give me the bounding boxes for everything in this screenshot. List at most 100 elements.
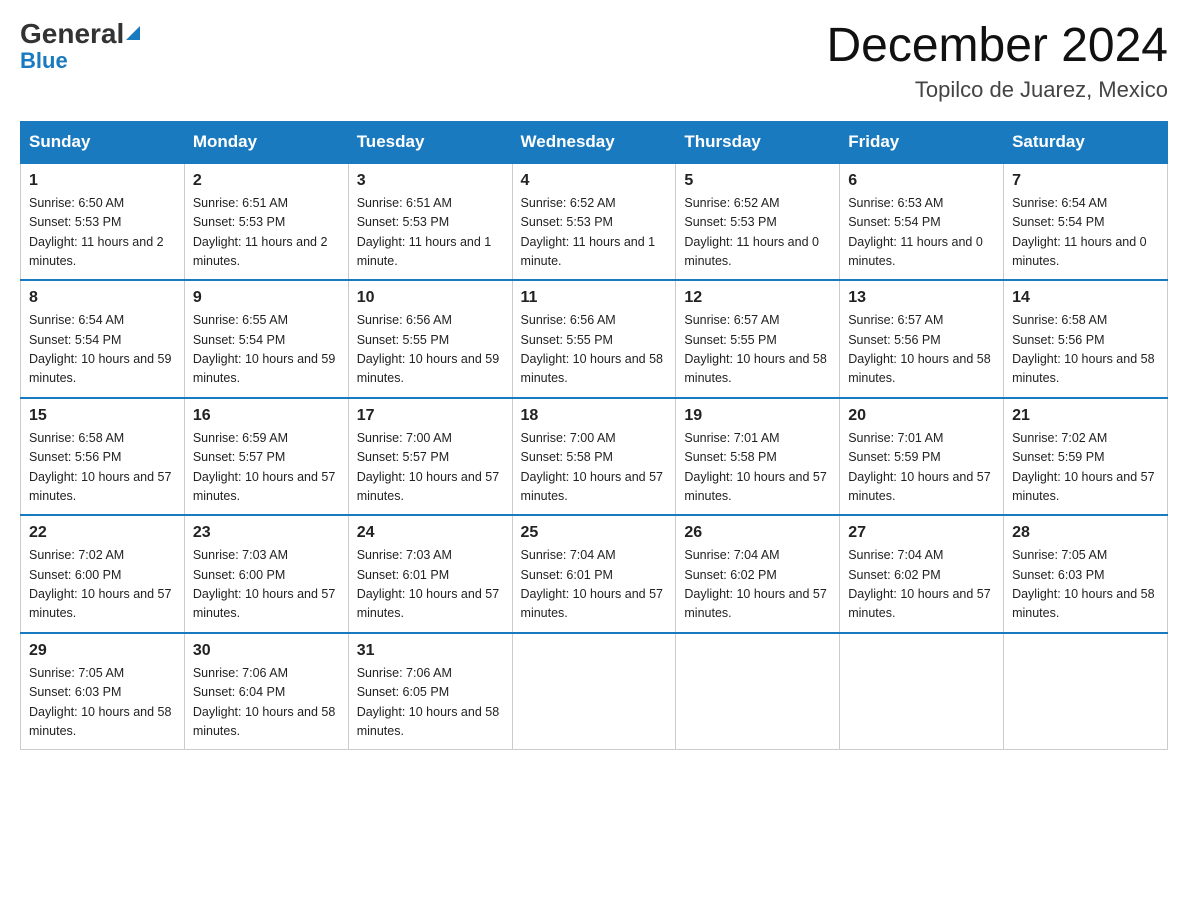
table-row: 20 Sunrise: 7:01 AMSunset: 5:59 PMDayligh…: [840, 398, 1004, 516]
col-saturday: Saturday: [1004, 121, 1168, 163]
col-thursday: Thursday: [676, 121, 840, 163]
logo-general: General: [20, 20, 140, 48]
table-row: 13 Sunrise: 6:57 AMSunset: 5:56 PMDayligh…: [840, 280, 1004, 398]
day-number: 14: [1012, 289, 1159, 307]
day-number: 22: [29, 524, 176, 542]
day-info: Sunrise: 7:04 AMSunset: 6:01 PMDaylight:…: [521, 546, 668, 624]
day-info: Sunrise: 6:58 AMSunset: 5:56 PMDaylight:…: [1012, 311, 1159, 389]
logo-blue: Blue: [20, 50, 68, 72]
day-number: 17: [357, 407, 504, 425]
day-number: 4: [521, 172, 668, 190]
table-row: 9 Sunrise: 6:55 AMSunset: 5:54 PMDaylight…: [184, 280, 348, 398]
day-number: 10: [357, 289, 504, 307]
table-row: 25 Sunrise: 7:04 AMSunset: 6:01 PMDayligh…: [512, 515, 676, 633]
table-row: 21 Sunrise: 7:02 AMSunset: 5:59 PMDayligh…: [1004, 398, 1168, 516]
logo: General Blue: [20, 20, 140, 72]
day-number: 30: [193, 642, 340, 660]
table-row: 23Sunrise: 7:03 AMSunset: 6:00 PMDayligh…: [184, 515, 348, 633]
day-info: Sunrise: 6:57 AMSunset: 5:55 PMDaylight:…: [684, 311, 831, 389]
table-row: 27 Sunrise: 7:04 AMSunset: 6:02 PMDayligh…: [840, 515, 1004, 633]
calendar-week-row: 29Sunrise: 7:05 AMSunset: 6:03 PMDayligh…: [21, 633, 1168, 750]
table-row: 10 Sunrise: 6:56 AMSunset: 5:55 PMDayligh…: [348, 280, 512, 398]
day-info: Sunrise: 6:54 AMSunset: 5:54 PMDaylight:…: [29, 311, 176, 389]
table-row: 14 Sunrise: 6:58 AMSunset: 5:56 PMDayligh…: [1004, 280, 1168, 398]
table-row: 24Sunrise: 7:03 AMSunset: 6:01 PMDayligh…: [348, 515, 512, 633]
table-row: 28Sunrise: 7:05 AMSunset: 6:03 PMDayligh…: [1004, 515, 1168, 633]
day-number: 15: [29, 407, 176, 425]
day-number: 20: [848, 407, 995, 425]
day-number: 27: [848, 524, 995, 542]
table-row: 12 Sunrise: 6:57 AMSunset: 5:55 PMDayligh…: [676, 280, 840, 398]
day-info: Sunrise: 6:53 AMSunset: 5:54 PMDaylight:…: [848, 194, 995, 272]
day-number: 2: [193, 172, 340, 190]
col-monday: Monday: [184, 121, 348, 163]
day-number: 26: [684, 524, 831, 542]
table-row: 29Sunrise: 7:05 AMSunset: 6:03 PMDayligh…: [21, 633, 185, 750]
day-info: Sunrise: 7:00 AMSunset: 5:57 PMDaylight:…: [357, 429, 504, 507]
day-number: 18: [521, 407, 668, 425]
day-number: 23: [193, 524, 340, 542]
title-section: December 2024 Topilco de Juarez, Mexico: [826, 20, 1168, 103]
day-info: Sunrise: 6:52 AMSunset: 5:53 PMDaylight:…: [684, 194, 831, 272]
table-row: 31Sunrise: 7:06 AMSunset: 6:05 PMDayligh…: [348, 633, 512, 750]
page-header: General Blue December 2024 Topilco de Ju…: [20, 20, 1168, 103]
day-info: Sunrise: 6:55 AMSunset: 5:54 PMDaylight:…: [193, 311, 340, 389]
table-row: 5 Sunrise: 6:52 AMSunset: 5:53 PMDaylight…: [676, 163, 840, 281]
logo-arrow-icon: [126, 26, 140, 40]
day-info: Sunrise: 7:01 AMSunset: 5:58 PMDaylight:…: [684, 429, 831, 507]
day-info: Sunrise: 7:04 AMSunset: 6:02 PMDaylight:…: [848, 546, 995, 624]
day-number: 21: [1012, 407, 1159, 425]
day-info: Sunrise: 7:02 AMSunset: 5:59 PMDaylight:…: [1012, 429, 1159, 507]
day-info: Sunrise: 6:56 AMSunset: 5:55 PMDaylight:…: [357, 311, 504, 389]
day-info: Sunrise: 7:04 AMSunset: 6:02 PMDaylight:…: [684, 546, 831, 624]
day-number: 6: [848, 172, 995, 190]
day-info: Sunrise: 7:05 AMSunset: 6:03 PMDaylight:…: [29, 664, 176, 742]
day-info: Sunrise: 6:57 AMSunset: 5:56 PMDaylight:…: [848, 311, 995, 389]
table-row: 19 Sunrise: 7:01 AMSunset: 5:58 PMDayligh…: [676, 398, 840, 516]
calendar-week-row: 8 Sunrise: 6:54 AMSunset: 5:54 PMDaylight…: [21, 280, 1168, 398]
day-number: 7: [1012, 172, 1159, 190]
day-number: 11: [521, 289, 668, 307]
calendar-week-row: 15Sunrise: 6:58 AMSunset: 5:56 PMDayligh…: [21, 398, 1168, 516]
day-number: 31: [357, 642, 504, 660]
day-info: Sunrise: 7:01 AMSunset: 5:59 PMDaylight:…: [848, 429, 995, 507]
table-row: 15Sunrise: 6:58 AMSunset: 5:56 PMDayligh…: [21, 398, 185, 516]
table-row: 3 Sunrise: 6:51 AMSunset: 5:53 PMDaylight…: [348, 163, 512, 281]
day-number: 8: [29, 289, 176, 307]
col-sunday: Sunday: [21, 121, 185, 163]
table-row: 2Sunrise: 6:51 AMSunset: 5:53 PMDaylight…: [184, 163, 348, 281]
table-row: 26 Sunrise: 7:04 AMSunset: 6:02 PMDayligh…: [676, 515, 840, 633]
day-number: 13: [848, 289, 995, 307]
day-number: 12: [684, 289, 831, 307]
day-info: Sunrise: 7:03 AMSunset: 6:01 PMDaylight:…: [357, 546, 504, 624]
day-number: 9: [193, 289, 340, 307]
day-info: Sunrise: 6:56 AMSunset: 5:55 PMDaylight:…: [521, 311, 668, 389]
table-row: 22 Sunrise: 7:02 AMSunset: 6:00 PMDayligh…: [21, 515, 185, 633]
table-row: 30 Sunrise: 7:06 AMSunset: 6:04 PMDayligh…: [184, 633, 348, 750]
day-number: 16: [193, 407, 340, 425]
col-tuesday: Tuesday: [348, 121, 512, 163]
day-number: 3: [357, 172, 504, 190]
day-info: Sunrise: 7:06 AMSunset: 6:04 PMDaylight:…: [193, 664, 340, 742]
table-row: 1Sunrise: 6:50 AMSunset: 5:53 PMDaylight…: [21, 163, 185, 281]
day-number: 5: [684, 172, 831, 190]
table-row: [840, 633, 1004, 750]
day-info: Sunrise: 6:54 AMSunset: 5:54 PMDaylight:…: [1012, 194, 1159, 272]
table-row: [676, 633, 840, 750]
table-row: 6 Sunrise: 6:53 AMSunset: 5:54 PMDaylight…: [840, 163, 1004, 281]
day-number: 1: [29, 172, 176, 190]
table-row: 8 Sunrise: 6:54 AMSunset: 5:54 PMDaylight…: [21, 280, 185, 398]
day-info: Sunrise: 7:02 AMSunset: 6:00 PMDaylight:…: [29, 546, 176, 624]
col-wednesday: Wednesday: [512, 121, 676, 163]
month-title: December 2024: [826, 20, 1168, 73]
day-info: Sunrise: 6:51 AMSunset: 5:53 PMDaylight:…: [357, 194, 504, 272]
calendar-week-row: 1Sunrise: 6:50 AMSunset: 5:53 PMDaylight…: [21, 163, 1168, 281]
day-number: 19: [684, 407, 831, 425]
day-info: Sunrise: 7:05 AMSunset: 6:03 PMDaylight:…: [1012, 546, 1159, 624]
day-info: Sunrise: 6:52 AMSunset: 5:53 PMDaylight:…: [521, 194, 668, 272]
day-number: 25: [521, 524, 668, 542]
calendar-header-row: Sunday Monday Tuesday Wednesday Thursday…: [21, 121, 1168, 163]
calendar-table: Sunday Monday Tuesday Wednesday Thursday…: [20, 121, 1168, 751]
table-row: [1004, 633, 1168, 750]
table-row: [512, 633, 676, 750]
